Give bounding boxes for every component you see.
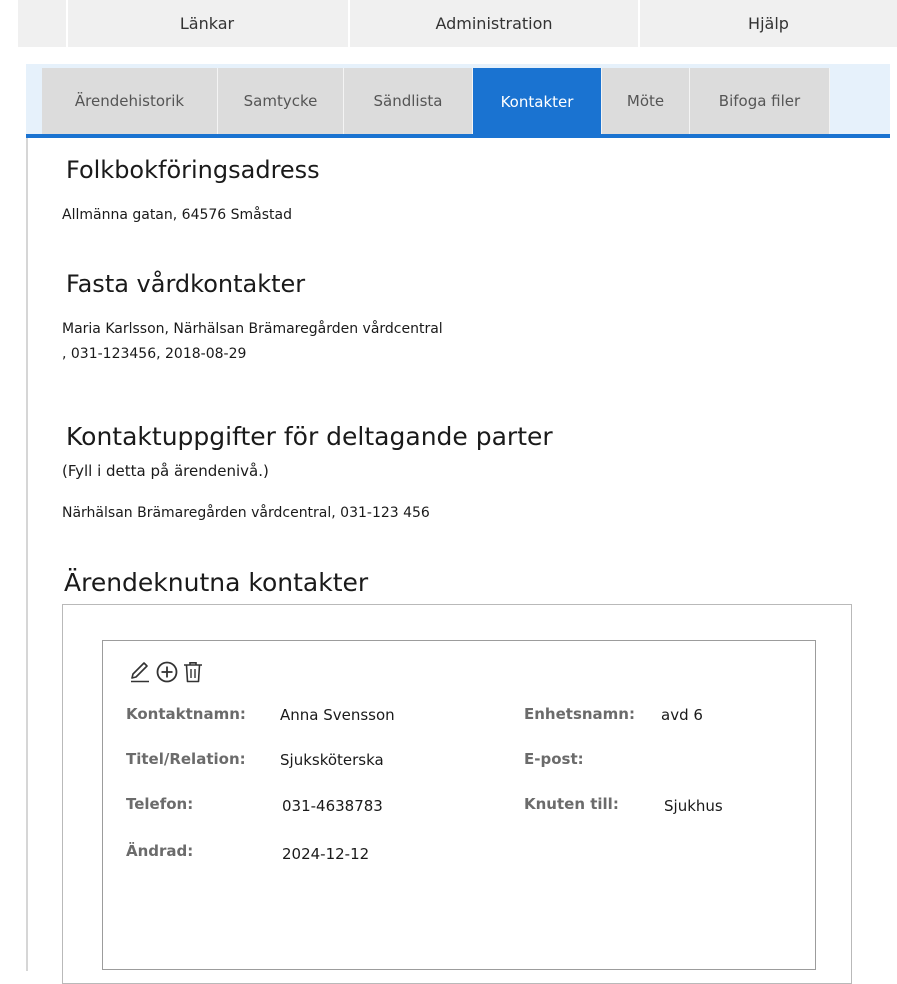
heading-arendeknutna-kontakter: Ärendeknutna kontakter bbox=[64, 568, 369, 597]
fasta-line-1: Maria Karlsson, Närhälsan Brämaregården … bbox=[62, 321, 443, 337]
menu-item-administration[interactable]: Administration bbox=[350, 0, 638, 47]
label-epost: E-post: bbox=[524, 750, 584, 768]
value-enhetsnamn: avd 6 bbox=[661, 706, 703, 724]
label-andrad: Ändrad: bbox=[126, 842, 194, 860]
tab-samtycke[interactable]: Samtycke bbox=[218, 68, 344, 134]
tab-arendehistorik[interactable]: Ärendehistorik bbox=[42, 68, 218, 134]
label-titel-relation: Titel/Relation: bbox=[126, 750, 246, 768]
value-andrad: 2024-12-12 bbox=[282, 845, 370, 863]
address-text: Allmänna gatan, 64576 Småstad bbox=[62, 207, 292, 223]
add-icon[interactable] bbox=[155, 660, 179, 684]
tab-kontakter[interactable]: Kontakter bbox=[473, 68, 602, 136]
heading-kontaktuppgifter: Kontaktuppgifter för deltagande parter bbox=[66, 422, 553, 451]
label-knuten-till: Knuten till: bbox=[524, 795, 619, 813]
value-kontaktnamn: Anna Svensson bbox=[280, 706, 395, 724]
edit-icon[interactable] bbox=[128, 660, 152, 684]
heading-fasta-vardkontakter: Fasta vårdkontakter bbox=[66, 270, 306, 298]
top-menu-bar: Länkar Administration Hjälp bbox=[18, 0, 897, 47]
tab-bifoga-filer[interactable]: Bifoga filer bbox=[690, 68, 830, 134]
tab-sandlista[interactable]: Sändlista bbox=[344, 68, 473, 134]
label-enhetsnamn: Enhetsnamn: bbox=[524, 705, 635, 723]
parter-line: Närhälsan Brämaregården vårdcentral, 031… bbox=[62, 505, 430, 521]
value-knuten-till: Sjukhus bbox=[664, 797, 723, 815]
parter-note: (Fyll i detta på ärendenivå.) bbox=[62, 462, 269, 480]
label-kontaktnamn: Kontaktnamn: bbox=[126, 705, 246, 723]
heading-folkbokforingsadress: Folkbokföringsadress bbox=[66, 156, 320, 184]
menu-item-hjalp[interactable]: Hjälp bbox=[640, 0, 897, 47]
tab-underline bbox=[26, 134, 890, 138]
menu-divider bbox=[66, 0, 68, 47]
content-border bbox=[26, 138, 28, 971]
fasta-line-2: , 031-123456, 2018-08-29 bbox=[62, 346, 247, 362]
value-titel-relation: Sjuksköterska bbox=[280, 751, 384, 769]
delete-icon[interactable] bbox=[181, 660, 205, 684]
label-telefon: Telefon: bbox=[126, 795, 194, 813]
menu-item-lankar[interactable]: Länkar bbox=[66, 0, 348, 47]
tab-mote[interactable]: Möte bbox=[602, 68, 690, 134]
value-telefon: 031-4638783 bbox=[282, 797, 383, 815]
